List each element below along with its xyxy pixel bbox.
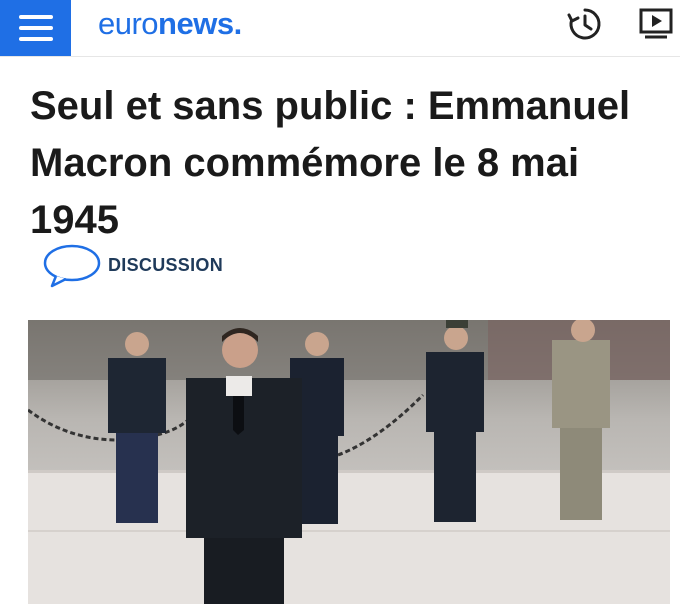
article-headline: Seul et sans public : Emmanuel Macron co… xyxy=(30,84,631,242)
logo-light-part: euro xyxy=(98,6,159,41)
top-bar: euronews. xyxy=(0,0,680,57)
history-icon[interactable] xyxy=(567,6,603,47)
speech-bubble-icon xyxy=(43,244,101,288)
logo-dot: . xyxy=(233,6,243,41)
logo-bold-part: news xyxy=(158,6,234,41)
euronews-logo[interactable]: euronews. xyxy=(98,6,242,42)
article-photo[interactable] xyxy=(28,320,670,604)
discussion-link[interactable]: DISCUSSION xyxy=(42,242,223,288)
discussion-label: DISCUSSION xyxy=(108,254,224,275)
menu-icon-line xyxy=(18,26,53,30)
menu-icon-line xyxy=(18,15,53,19)
ceremony-photo xyxy=(28,320,670,604)
menu-button[interactable] xyxy=(0,0,71,56)
video-play-icon[interactable] xyxy=(638,6,674,47)
menu-icon-line xyxy=(18,37,53,41)
